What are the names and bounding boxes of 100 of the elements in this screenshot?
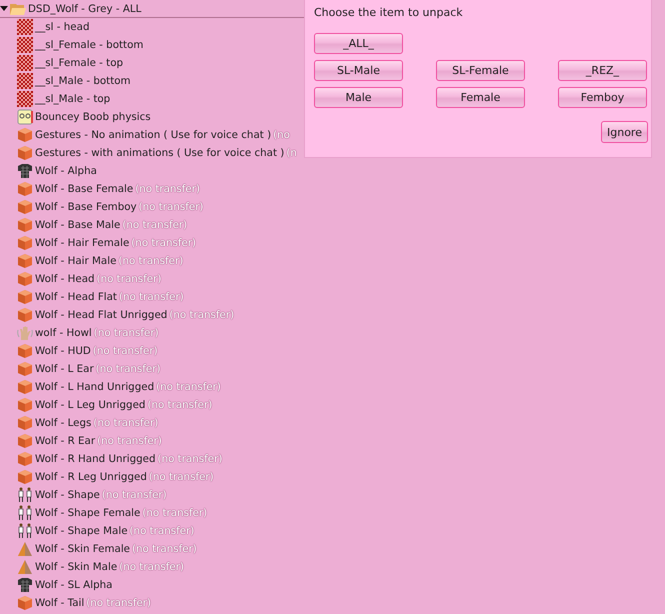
cube-icon — [17, 343, 33, 359]
item-name[interactable]: Wolf - Base Female — [35, 183, 134, 195]
item-name[interactable]: Wolf - Hair Female — [35, 237, 130, 249]
item-name[interactable]: __sl_Male - top — [35, 93, 110, 105]
permission-note: (no transfer) — [118, 291, 184, 303]
cube-icon — [17, 379, 33, 395]
cube-icon — [17, 217, 33, 233]
item-name[interactable]: Wolf - Alpha — [35, 165, 97, 177]
cube-icon — [17, 289, 33, 305]
figures-icon — [17, 505, 33, 521]
dialog-message: Choose the item to unpack — [314, 6, 464, 21]
permission-note: (no transfer) — [102, 489, 167, 501]
item-name[interactable]: __sl_Female - bottom — [35, 39, 144, 51]
item-name[interactable]: __sl_Male - bottom — [35, 75, 131, 87]
permission-note: (no transfer) — [147, 399, 212, 411]
item-name[interactable]: Wolf - R Ear — [35, 435, 96, 447]
option-button[interactable]: _ALL_ — [314, 33, 403, 54]
body-icon — [17, 541, 33, 557]
permission-note: (no transfer) — [97, 435, 162, 447]
permission-note: (no transfer) — [156, 381, 221, 393]
permission-note: (no transfer) — [118, 255, 184, 267]
item-name[interactable]: __sl - head — [35, 21, 90, 33]
texture-icon — [17, 37, 33, 53]
cube-icon — [17, 127, 33, 143]
texture-icon — [17, 19, 33, 35]
option-button[interactable]: Male — [314, 87, 403, 108]
cube-icon — [17, 361, 33, 377]
permission-note: (no transfer) — [169, 309, 234, 321]
permission-note: (no transfer) — [131, 237, 196, 249]
hand-icon — [17, 325, 33, 341]
item-name[interactable]: __sl_Female - top — [35, 57, 124, 69]
item-name[interactable]: wolf - Howl — [35, 327, 92, 339]
item-name[interactable]: Wolf - Hair Male — [35, 255, 116, 267]
item-name[interactable]: Bouncey Boob physics — [35, 111, 151, 123]
item-name[interactable]: Gestures - with animations ( Use for voice chat ) — [35, 147, 284, 159]
permission-note: (no transfer) — [135, 183, 200, 195]
shirt-icon — [17, 163, 33, 179]
body-icon — [17, 559, 33, 575]
cube-icon — [17, 595, 33, 611]
texture-icon — [17, 91, 33, 107]
figures-icon — [17, 487, 33, 503]
item-name[interactable]: Wolf - Base Femboy — [35, 201, 137, 213]
option-button[interactable]: SL-Male — [314, 60, 403, 81]
cube-icon — [17, 415, 33, 431]
option-button[interactable]: Femboy — [558, 87, 647, 108]
cube-icon — [17, 253, 33, 269]
folder-name[interactable]: DSD_Wolf - Grey - ALL — [28, 2, 142, 14]
cube-icon — [17, 145, 33, 161]
ignore-button[interactable]: Ignore — [601, 121, 648, 143]
folder-icon — [10, 2, 26, 16]
item-name[interactable]: Wolf - Base Male — [35, 219, 120, 231]
permission-note: (no transfer) — [130, 525, 194, 537]
cube-icon — [17, 451, 33, 467]
option-button[interactable]: Female — [436, 87, 525, 108]
item-name[interactable]: Wolf - Shape Male — [35, 525, 128, 537]
item-name[interactable]: Wolf - Shape Female — [35, 507, 140, 519]
shirt-icon — [17, 577, 33, 593]
item-name[interactable]: Wolf - Head Flat Unrigged — [35, 309, 168, 321]
texture-icon — [17, 73, 33, 89]
item-name[interactable]: Gestures - No animation ( Use for voice chat ) — [35, 129, 272, 141]
permission-note: (no transfer) — [132, 543, 197, 555]
item-name[interactable]: Wolf - Shape — [35, 489, 100, 501]
permission-note: (no transfer) — [119, 561, 184, 573]
permission-note: (no transfer) — [148, 471, 214, 483]
permission-note: (n — [286, 147, 297, 159]
cube-icon — [17, 235, 33, 251]
permission-note: (no transfer) — [92, 345, 158, 357]
permission-note: (no transfer) — [122, 219, 188, 231]
texture-icon — [17, 55, 33, 71]
cube-icon — [17, 433, 33, 449]
cube-icon — [17, 181, 33, 197]
item-name[interactable]: Wolf - Tail — [35, 597, 84, 609]
permission-note: (no transfer) — [96, 273, 162, 285]
cube-icon — [17, 469, 33, 485]
item-name[interactable]: Wolf - L Leg Unrigged — [35, 399, 146, 411]
cube-icon — [17, 271, 33, 287]
item-name[interactable]: Wolf - Skin Female — [35, 543, 130, 555]
cube-icon — [17, 199, 33, 215]
item-name[interactable]: Wolf - L Ear — [35, 363, 94, 375]
skeleton-icon — [17, 109, 33, 125]
option-button[interactable]: SL-Female — [436, 60, 525, 81]
item-name[interactable]: Wolf - Head — [35, 273, 95, 285]
permission-note: (no transfer) — [94, 327, 159, 339]
option-button[interactable]: _REZ_ — [558, 60, 647, 81]
item-name[interactable]: Wolf - HUD — [35, 345, 91, 357]
cube-icon — [17, 397, 33, 413]
item-name[interactable]: Wolf - R Hand Unrigged — [35, 453, 156, 465]
permission-note: (no transfer) — [86, 597, 152, 609]
item-name[interactable]: Wolf - L Hand Unrigged — [35, 381, 154, 393]
permission-note: (no transfer) — [96, 363, 160, 375]
permission-note: (no transfer) — [93, 417, 158, 429]
item-name[interactable]: Wolf - Skin Male — [35, 561, 118, 573]
item-name[interactable]: Wolf - R Leg Unrigged — [35, 471, 147, 483]
item-name[interactable]: Wolf - Head Flat — [35, 291, 117, 303]
permission-note: (no — [273, 129, 290, 141]
item-name[interactable]: Wolf - Legs — [35, 417, 92, 429]
permission-note: (no transfer) — [138, 201, 204, 213]
cube-icon — [17, 307, 33, 323]
item-name[interactable]: Wolf - SL Alpha — [35, 579, 112, 591]
figures-icon — [17, 523, 33, 539]
